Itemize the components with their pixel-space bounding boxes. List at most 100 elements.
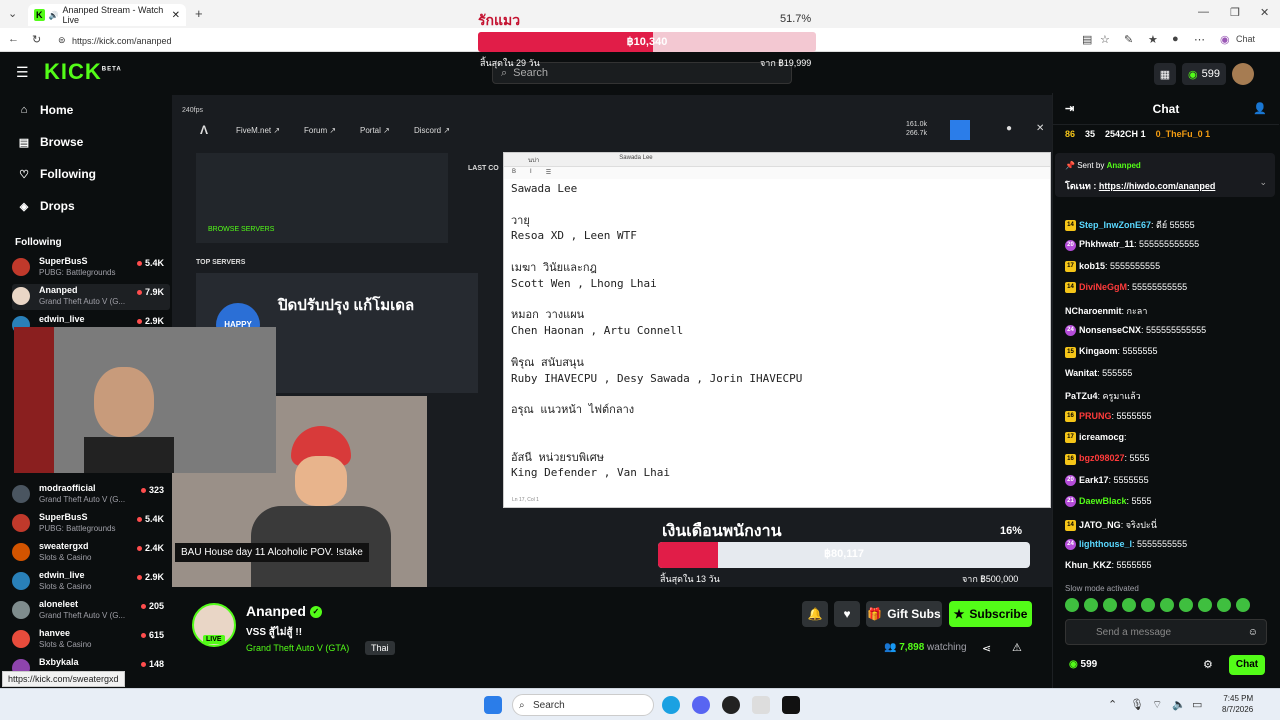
notifications-button[interactable]: 🔔: [802, 601, 828, 627]
follow-button[interactable]: ♥: [834, 601, 860, 627]
chat-users-icon[interactable]: 👤: [1253, 93, 1267, 125]
browser-tab[interactable]: K 🔊 Ananped Stream - Watch Live ✕: [28, 4, 186, 26]
collapse-chat-icon[interactable]: ⇥: [1065, 93, 1074, 125]
more-icon[interactable]: ⋯: [1194, 33, 1205, 46]
new-tab-icon[interactable]: +: [195, 6, 203, 21]
following-channel[interactable]: hanvee Slots & Casino 615: [12, 627, 170, 653]
chat-username[interactable]: lighthouse_l: [1079, 539, 1132, 549]
favorite-icon[interactable]: ☆: [1100, 33, 1110, 46]
chat-username[interactable]: NCharoenmit: [1065, 306, 1122, 316]
site-info-icon[interactable]: ⊜: [58, 35, 66, 46]
favorites-bar-icon[interactable]: ★: [1148, 33, 1158, 46]
emote[interactable]: [1236, 598, 1250, 612]
kick-logo[interactable]: KICKBETA: [44, 59, 122, 85]
copilot-icon[interactable]: ◉: [1220, 33, 1230, 46]
following-channel[interactable]: SuperBusS PUBG: Battlegrounds 5.4K: [12, 511, 170, 537]
subscribe-button[interactable]: ★ Subscribe: [949, 601, 1032, 627]
streamer-name[interactable]: Ananped ✓: [246, 603, 322, 619]
send-chat-button[interactable]: Chat: [1229, 655, 1265, 675]
emote[interactable]: [1065, 598, 1079, 612]
chat-username[interactable]: Kingaom: [1079, 346, 1118, 356]
chat-username[interactable]: Eark17: [1079, 475, 1109, 485]
tray-chevron-icon[interactable]: ⌃: [1108, 698, 1117, 711]
following-channel[interactable]: edwin_live Slots & Casino 2.9K: [12, 569, 170, 595]
edge-icon[interactable]: [662, 696, 680, 714]
chat-input[interactable]: Send a message ☺: [1065, 619, 1267, 645]
pinned-link[interactable]: https://hiwdo.com/ananped: [1099, 181, 1216, 191]
report-icon[interactable]: ⚠: [1012, 641, 1022, 654]
emote[interactable]: [1179, 598, 1193, 612]
chat-username[interactable]: bgz098027: [1079, 453, 1125, 463]
share-icon[interactable]: ⋖: [982, 642, 991, 655]
emote[interactable]: [1160, 598, 1174, 612]
following-channel[interactable]: sweatergxd Slots & Casino 2.4K: [12, 540, 170, 566]
emote[interactable]: [1103, 598, 1117, 612]
chat-username[interactable]: Wanitat: [1065, 368, 1097, 378]
chat-username[interactable]: PaTZu4: [1065, 391, 1098, 401]
pinned-message[interactable]: 📌 Sent by Ananped โดเนท : https://hiwdo.…: [1055, 153, 1275, 197]
emote[interactable]: [1084, 598, 1098, 612]
minimize-icon[interactable]: —: [1198, 6, 1209, 18]
reload-icon[interactable]: ↻: [32, 33, 41, 46]
following-channel[interactable]: Ananped Grand Theft Auto V (G... 7.9K: [12, 284, 170, 310]
user-avatar[interactable]: [1232, 63, 1254, 85]
mic-icon[interactable]: 🎙: [1130, 698, 1144, 711]
chat-settings-icon[interactable]: ⚙: [1203, 658, 1213, 671]
chat-username[interactable]: DiviNeGgM: [1079, 282, 1127, 292]
extensions-icon[interactable]: ✎: [1124, 33, 1133, 46]
chat-username[interactable]: Step_InwZonE67: [1079, 220, 1151, 230]
nav-drops[interactable]: ◈ Drops: [18, 199, 75, 213]
tab-close-icon[interactable]: ✕: [172, 10, 180, 21]
nav-browse[interactable]: ▤ Browse: [18, 135, 84, 149]
emote[interactable]: [1122, 598, 1136, 612]
tab-list-icon[interactable]: ⌄: [8, 7, 17, 20]
video-player[interactable]: 240fps Λ FiveM.net ↗ Forum ↗ Portal ↗ Di…: [172, 95, 1052, 587]
gift-subs-button[interactable]: 🎁 Gift Subs: [866, 601, 942, 627]
language-tag[interactable]: Thai: [365, 641, 395, 655]
notepad-icon[interactable]: [752, 696, 770, 714]
system-clock[interactable]: 7:45 PM 8/7/2026: [1222, 693, 1253, 715]
chat-username[interactable]: kob15: [1079, 261, 1105, 271]
taskbar-search[interactable]: ⌕ Search: [512, 694, 654, 716]
chat-username[interactable]: DaewBlack: [1079, 496, 1127, 506]
notepad-tab: นบ่า: [528, 158, 540, 164]
stream-category[interactable]: Grand Theft Auto V (GTA): [246, 643, 349, 653]
emote[interactable]: [1198, 598, 1212, 612]
maximize-icon[interactable]: ❐: [1230, 6, 1240, 19]
obs-icon[interactable]: [722, 696, 740, 714]
chat-username[interactable]: PRUNG: [1079, 411, 1112, 421]
wifi-icon[interactable]: ⌔: [1152, 698, 1162, 712]
library-button[interactable]: ▦: [1154, 63, 1176, 85]
following-channel[interactable]: aloneleet Grand Theft Auto V (G... 205: [12, 598, 170, 624]
emoji-icon[interactable]: ☺: [1248, 627, 1258, 638]
channel-points[interactable]: ◉ 599: [1069, 659, 1097, 670]
following-channel[interactable]: modraofficial Grand Theft Auto V (G... 323: [12, 482, 170, 508]
header-points: 599: [1201, 68, 1220, 80]
battery-icon[interactable]: ▭: [1192, 698, 1202, 711]
sub-badge-icon: 21: [1065, 496, 1076, 508]
emote[interactable]: [1217, 598, 1231, 612]
back-icon[interactable]: ←: [8, 33, 19, 45]
nav-following[interactable]: ♡ Following: [18, 167, 96, 181]
menu-icon[interactable]: ☰: [16, 64, 29, 81]
chat-username[interactable]: JATO_NG: [1079, 520, 1121, 530]
emote[interactable]: [1141, 598, 1155, 612]
close-window-icon[interactable]: ✕: [1260, 6, 1269, 19]
reader-icon[interactable]: ▤: [1082, 33, 1092, 46]
expand-icon[interactable]: ⌄: [1259, 177, 1267, 188]
volume-icon[interactable]: 🔈: [1172, 698, 1186, 711]
start-icon[interactable]: [484, 696, 502, 714]
chat-username[interactable]: NonsenseCNX: [1079, 325, 1141, 335]
discord-icon[interactable]: [692, 696, 710, 714]
following-channel[interactable]: SuperBusS PUBG: Battlegrounds 5.4K: [12, 255, 170, 281]
fps-counter: 240fps: [182, 107, 204, 114]
chat-username[interactable]: Phkhwatr_11: [1079, 239, 1134, 249]
copilot-chat-label[interactable]: Chat: [1236, 34, 1255, 44]
chat-username[interactable]: Khun_KKZ: [1065, 560, 1112, 570]
kick-app-icon[interactable]: [782, 696, 800, 714]
nav-home[interactable]: ⌂ Home: [18, 103, 74, 117]
chat-username[interactable]: icreamocg: [1079, 432, 1124, 442]
speaker-icon[interactable]: 🔊: [49, 11, 59, 20]
profile-icon[interactable]: ●: [1172, 33, 1179, 45]
points-button[interactable]: ◉ 599: [1182, 63, 1226, 85]
